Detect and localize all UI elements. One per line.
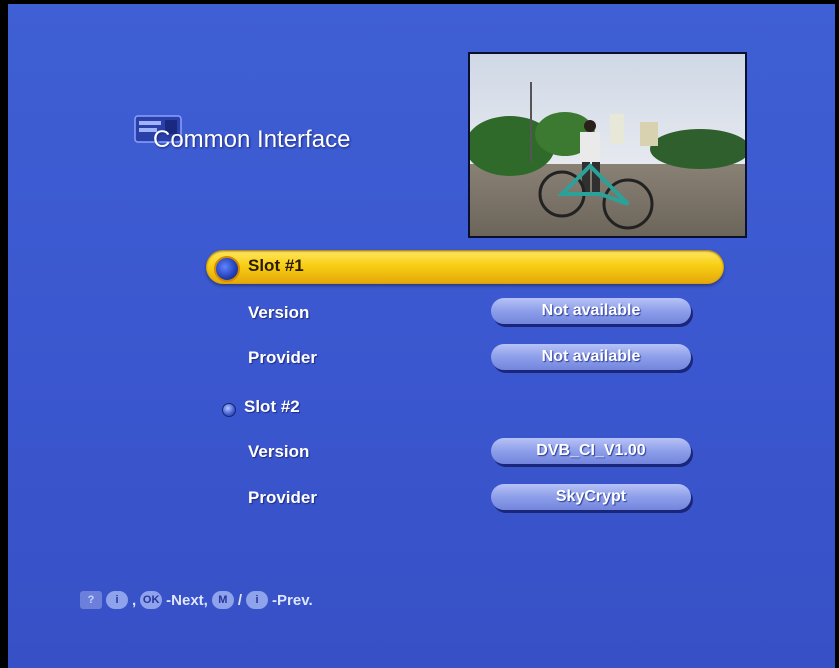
slot-2-row[interactable]: Slot #2 xyxy=(222,394,422,426)
page-title: Common Interface xyxy=(153,126,351,153)
slot-2-version-label: Version xyxy=(248,442,310,461)
help-key-icon: ? xyxy=(80,591,102,609)
info-key-icon: i xyxy=(106,591,128,609)
help-next-text: -Next, xyxy=(166,591,208,609)
help-slash: / xyxy=(237,591,243,609)
slot-2-radio-icon xyxy=(222,403,236,417)
slot-2-provider-value: SkyCrypt xyxy=(491,484,691,510)
slot-1-provider-label: Provider xyxy=(248,348,317,367)
ok-key-icon: OK xyxy=(140,591,163,609)
menu-key-icon: M xyxy=(211,591,234,609)
slot-1-label: Slot #1 xyxy=(248,256,304,275)
page-header: Common Interface xyxy=(133,110,433,170)
slot-1-provider-value: Not available xyxy=(491,344,691,370)
ci-menu-screen: Common Interface Slot #1 Version Not ava… xyxy=(8,4,835,668)
video-preview xyxy=(468,52,747,238)
slot-1-radio-icon xyxy=(214,256,240,282)
help-bar: ? i , OK -Next, M / i -Prev. xyxy=(80,588,313,612)
slot-2-version-value: DVB_CI_V1.00 xyxy=(491,438,691,464)
video-preview-image xyxy=(470,54,745,236)
slot-1-version-label: Version xyxy=(248,303,310,322)
back-key-icon: i xyxy=(246,591,269,609)
slot-2-provider-label: Provider xyxy=(248,488,317,507)
help-separator: , xyxy=(132,591,137,609)
slot-2-label: Slot #2 xyxy=(244,397,300,416)
help-prev-text: -Prev. xyxy=(272,591,313,609)
slot-1-version-value: Not available xyxy=(491,298,691,324)
slot-1-row[interactable]: Slot #1 xyxy=(206,250,724,284)
